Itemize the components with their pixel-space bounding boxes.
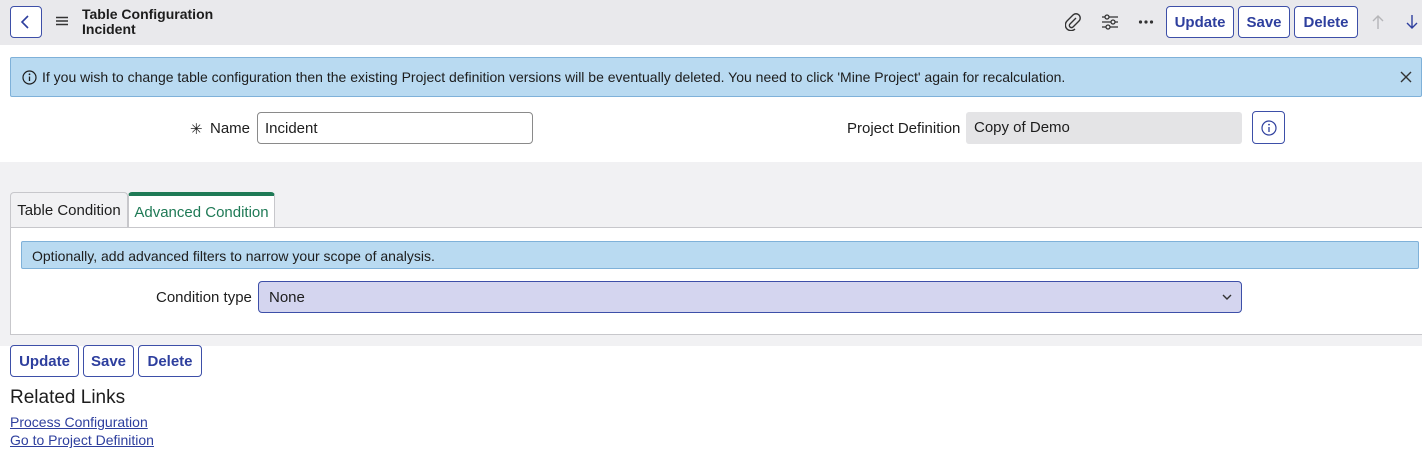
info-banner: If you wish to change table configuratio… — [10, 57, 1422, 97]
form-header: Table Configuration Incident Update Save… — [0, 0, 1422, 45]
advanced-hint-banner: Optionally, add advanced filters to narr… — [21, 241, 1419, 269]
header-save-button[interactable]: Save — [1238, 6, 1290, 38]
page-title-line2: Incident — [82, 21, 136, 37]
tab-advanced-condition[interactable]: Advanced Condition — [128, 192, 275, 229]
page-title-line1: Table Configuration — [82, 6, 214, 22]
attachment-button[interactable] — [1062, 11, 1084, 33]
project-definition-label: Project Definition — [847, 120, 961, 137]
hamburger-icon[interactable] — [55, 14, 69, 28]
info-icon — [1260, 119, 1277, 136]
condition-type-value: None — [269, 289, 305, 306]
condition-type-label: Condition type — [156, 289, 252, 306]
project-definition-field: Copy of Demo — [966, 112, 1242, 144]
back-icon — [20, 15, 29, 29]
sliders-icon — [1102, 14, 1118, 30]
footer-delete-button[interactable]: Delete — [138, 345, 202, 377]
footer-save-button[interactable]: Save — [83, 345, 134, 377]
more-options-button[interactable] — [1135, 11, 1157, 33]
personalize-button[interactable] — [1099, 11, 1121, 33]
more-icon — [1138, 20, 1154, 24]
footer-update-button[interactable]: Update — [10, 345, 79, 377]
header-update-button[interactable]: Update — [1166, 6, 1234, 38]
header-delete-button[interactable]: Delete — [1294, 6, 1358, 38]
name-label: Name — [210, 120, 251, 137]
previous-record-button[interactable] — [1367, 11, 1389, 33]
page-title: Table Configuration Incident — [82, 7, 213, 37]
info-banner-message: If you wish to change table configuratio… — [42, 69, 1066, 85]
related-links-title: Related Links — [10, 387, 126, 408]
process-configuration-link[interactable]: Process Configuration — [10, 414, 148, 430]
chevron-down-icon — [1222, 294, 1232, 300]
arrow-up-icon — [1372, 15, 1384, 29]
condition-type-select[interactable]: None — [258, 281, 1242, 313]
arrow-down-icon — [1406, 15, 1418, 29]
paperclip-icon — [1065, 13, 1081, 31]
tab-table-condition[interactable]: Table Condition — [10, 192, 128, 228]
go-to-project-definition-link[interactable]: Go to Project Definition — [10, 432, 154, 448]
required-indicator: ✳ — [190, 121, 203, 138]
close-icon[interactable] — [1399, 70, 1413, 84]
project-definition-info-button[interactable] — [1252, 111, 1285, 144]
info-icon — [22, 70, 37, 85]
next-record-button[interactable] — [1401, 11, 1422, 33]
back-button[interactable] — [10, 6, 42, 38]
name-input[interactable] — [257, 112, 533, 144]
